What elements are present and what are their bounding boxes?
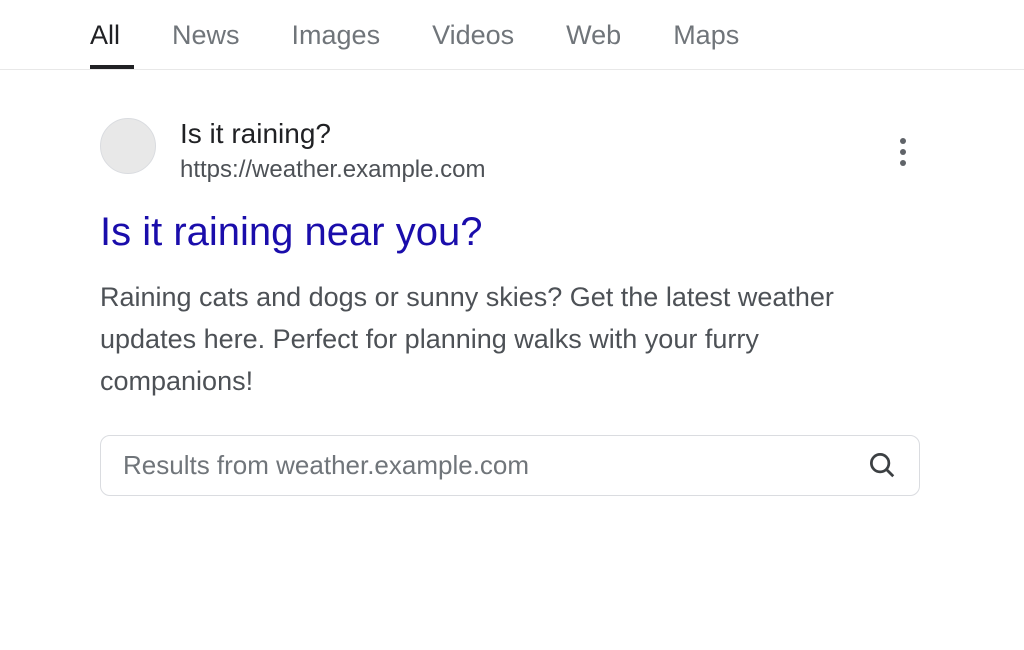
tab-all[interactable]: All: [90, 20, 120, 69]
sitelinks-search-input[interactable]: [123, 450, 867, 481]
site-url: https://weather.example.com: [180, 156, 485, 184]
result-header: Is it raining? https://weather.example.c…: [100, 118, 934, 184]
favicon-icon: [100, 118, 156, 174]
site-info: Is it raining? https://weather.example.c…: [180, 118, 485, 184]
search-icon[interactable]: [867, 450, 897, 480]
result-title-link[interactable]: Is it raining near you?: [100, 210, 934, 255]
more-vertical-icon: [900, 149, 906, 155]
more-options-button[interactable]: [892, 130, 914, 174]
more-vertical-icon: [900, 160, 906, 166]
tab-web[interactable]: Web: [566, 20, 621, 69]
sitelinks-search-box[interactable]: [100, 435, 920, 496]
tab-images[interactable]: Images: [292, 20, 381, 69]
tab-maps[interactable]: Maps: [673, 20, 739, 69]
tab-videos[interactable]: Videos: [432, 20, 514, 69]
site-name: Is it raining?: [180, 118, 485, 150]
result-description: Raining cats and dogs or sunny skies? Ge…: [100, 277, 910, 403]
tab-news[interactable]: News: [172, 20, 240, 69]
search-result: Is it raining? https://weather.example.c…: [0, 70, 1024, 496]
search-tabs: All News Images Videos Web Maps: [0, 0, 1024, 70]
more-vertical-icon: [900, 138, 906, 144]
